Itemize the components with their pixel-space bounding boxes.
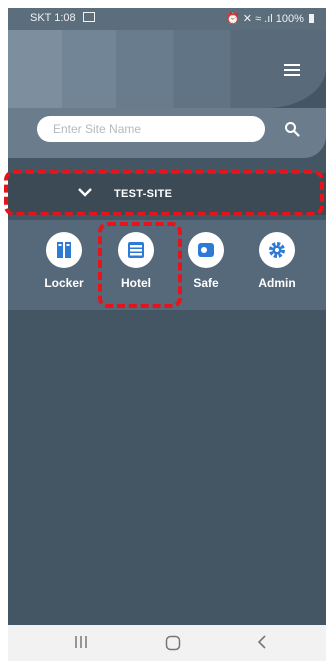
- status-right: ⏰ ✕ ≈ .ıl 100%: [226, 12, 314, 25]
- gallery-notification-icon: [82, 12, 95, 22]
- battery-level: 100%: [275, 13, 304, 25]
- status-bar: SKT 1:08 ⏰ ✕ ≈ .ıl 100%: [8, 8, 326, 30]
- admin-icon-circle: [259, 232, 295, 268]
- alarm-icon: ⏰: [226, 13, 240, 25]
- signal-icon: .ıl: [264, 13, 273, 25]
- site-search-input[interactable]: [37, 116, 265, 142]
- app-label: Admin: [258, 276, 296, 290]
- app-admin[interactable]: Admin: [247, 232, 307, 290]
- phone-screen: SKT 1:08 ⏰ ✕ ≈ .ıl 100% TEST-SITE: [8, 8, 326, 653]
- carrier-time: SKT 1:08: [30, 12, 76, 24]
- app-label: Locker: [44, 276, 84, 290]
- back-icon[interactable]: [256, 635, 268, 649]
- status-left: SKT 1:08: [30, 12, 95, 24]
- wifi-icon: ≈: [255, 13, 262, 25]
- battery-icon: [309, 14, 314, 23]
- hotel-app-highlight: [98, 222, 182, 308]
- android-nav-bar: [8, 625, 326, 661]
- header-banner: [8, 30, 326, 108]
- locker-icon-circle: [46, 232, 82, 268]
- mute-icon: ✕: [242, 13, 252, 25]
- safe-icon-circle: [188, 232, 224, 268]
- app-safe[interactable]: Safe: [176, 232, 236, 290]
- locker-icon: [57, 242, 71, 258]
- search-icon[interactable]: [284, 121, 300, 137]
- app-label: Safe: [193, 276, 219, 290]
- home-icon[interactable]: [165, 635, 181, 651]
- app-locker[interactable]: Locker: [34, 232, 94, 290]
- recent-apps-icon[interactable]: [74, 635, 88, 649]
- safe-icon: [198, 243, 214, 257]
- hamburger-menu-icon[interactable]: [284, 64, 300, 76]
- site-row-highlight: [4, 170, 324, 216]
- gear-icon: [269, 242, 285, 258]
- search-bar: [8, 108, 326, 158]
